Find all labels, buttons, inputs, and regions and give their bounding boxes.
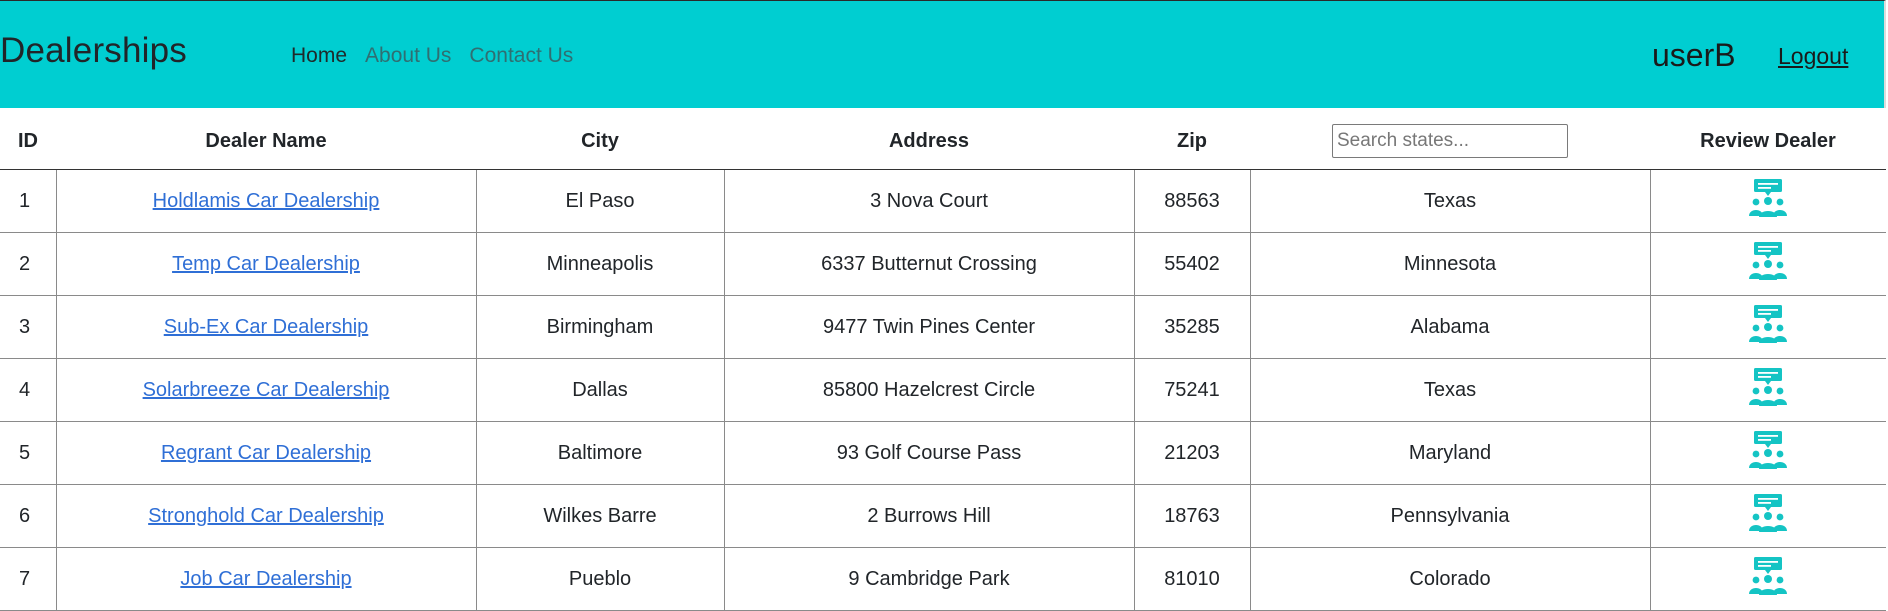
cell-id: 5 [0,421,57,485]
cell-address: 6337 Butternut Crossing [724,232,1135,296]
cell-city: El Paso [476,169,725,233]
cell-address: 9 Cambridge Park [724,547,1135,611]
table-row: 6 Stronghold Car Dealership Wilkes Barre 2 … [0,484,1886,548]
cell-address: 3 Nova Court [724,169,1135,233]
table-row: 4 Solarbreeze Car Dealership Dallas 85800 H… [0,358,1886,422]
cell-dealer-name: Holdlamis Car Dealership [56,169,477,233]
review-dealer-icon[interactable] [1748,367,1788,407]
top-navbar: Dealerships Home About Us Contact Us use… [0,0,1886,108]
cell-review [1650,358,1886,422]
nav-about-link[interactable]: About Us [365,44,451,68]
dealer-name-link[interactable]: Regrant Car Dealership [161,442,371,464]
table-body: 1 Holdlamis Car Dealership El Paso 3 Nova C… [0,169,1886,611]
review-dealer-icon[interactable] [1748,304,1788,344]
logout-link[interactable]: Logout [1778,43,1848,70]
cell-dealer-name: Temp Car Dealership [56,232,477,296]
column-header-city: City [476,113,724,170]
column-header-review: Review Dealer [1650,113,1886,170]
cell-state: Alabama [1250,295,1651,359]
column-header-state-search [1250,113,1650,170]
dealer-name-link[interactable]: Temp Car Dealership [172,253,360,275]
cell-dealer-name: Job Car Dealership [56,547,477,611]
cell-city: Wilkes Barre [476,484,725,548]
cell-review [1650,169,1886,233]
cell-dealer-name: Sub-Ex Car Dealership [56,295,477,359]
dealers-table: ID Dealer Name City Address Zip Review D… [0,113,1886,611]
cell-zip: 75241 [1134,358,1251,422]
nav-contact-link[interactable]: Contact Us [469,44,573,68]
cell-id: 6 [0,484,57,548]
cell-zip: 88563 [1134,169,1251,233]
table-row: 5 Regrant Car Dealership Baltimore 93 Golf … [0,421,1886,485]
cell-dealer-name: Solarbreeze Car Dealership [56,358,477,422]
dealer-name-link[interactable]: Holdlamis Car Dealership [153,190,380,212]
dealer-name-link[interactable]: Solarbreeze Car Dealership [143,379,390,401]
state-search-input[interactable] [1332,124,1568,158]
review-dealer-icon[interactable] [1748,178,1788,218]
cell-city: Baltimore [476,421,725,485]
column-header-address: Address [724,113,1134,170]
review-dealer-icon[interactable] [1748,430,1788,470]
cell-id: 3 [0,295,57,359]
username-label: userB [1652,37,1736,73]
cell-state: Maryland [1250,421,1651,485]
cell-address: 85800 Hazelcrest Circle [724,358,1135,422]
column-header-zip: Zip [1134,113,1250,170]
cell-id: 7 [0,547,57,611]
dealer-name-link[interactable]: Stronghold Car Dealership [148,505,384,527]
cell-review [1650,232,1886,296]
cell-review [1650,421,1886,485]
cell-review [1650,547,1886,611]
review-dealer-icon[interactable] [1748,493,1788,533]
table-row: 3 Sub-Ex Car Dealership Birmingham 9477 Twi… [0,295,1886,359]
cell-id: 2 [0,232,57,296]
cell-zip: 81010 [1134,547,1251,611]
review-dealer-icon[interactable] [1748,556,1788,596]
cell-id: 4 [0,358,57,422]
cell-address: 93 Golf Course Pass [724,421,1135,485]
table-row: 2 Temp Car Dealership Minneapolis 6337 Butt… [0,232,1886,296]
cell-state: Texas [1250,169,1651,233]
table-header-row: ID Dealer Name City Address Zip Review D… [0,113,1886,170]
dealer-name-link[interactable]: Job Car Dealership [180,568,351,590]
cell-dealer-name: Regrant Car Dealership [56,421,477,485]
cell-city: Birmingham [476,295,725,359]
cell-address: 2 Burrows Hill [724,484,1135,548]
table-row: 1 Holdlamis Car Dealership El Paso 3 Nova C… [0,169,1886,233]
cell-zip: 21203 [1134,421,1251,485]
column-header-dealer-name: Dealer Name [56,113,476,170]
table-row: 7 Job Car Dealership Pueblo 9 Cambridge Par… [0,547,1886,611]
cell-zip: 35285 [1134,295,1251,359]
cell-review [1650,295,1886,359]
cell-state: Texas [1250,358,1651,422]
cell-id: 1 [0,169,57,233]
dealers-table-container: ID Dealer Name City Address Zip Review D… [0,113,1886,611]
cell-state: Minnesota [1250,232,1651,296]
dealer-name-link[interactable]: Sub-Ex Car Dealership [164,316,369,338]
cell-review [1650,484,1886,548]
cell-state: Pennsylvania [1250,484,1651,548]
brand-title: Dealerships [0,31,188,70]
cell-city: Pueblo [476,547,725,611]
column-header-id: ID [0,113,56,170]
cell-dealer-name: Stronghold Car Dealership [56,484,477,548]
nav-home-link[interactable]: Home [291,44,347,68]
nav-links: Home About Us Contact Us [291,44,573,68]
review-dealer-icon[interactable] [1748,241,1788,281]
cell-city: Dallas [476,358,725,422]
cell-zip: 55402 [1134,232,1251,296]
cell-zip: 18763 [1134,484,1251,548]
cell-address: 9477 Twin Pines Center [724,295,1135,359]
cell-city: Minneapolis [476,232,725,296]
cell-state: Colorado [1250,547,1651,611]
